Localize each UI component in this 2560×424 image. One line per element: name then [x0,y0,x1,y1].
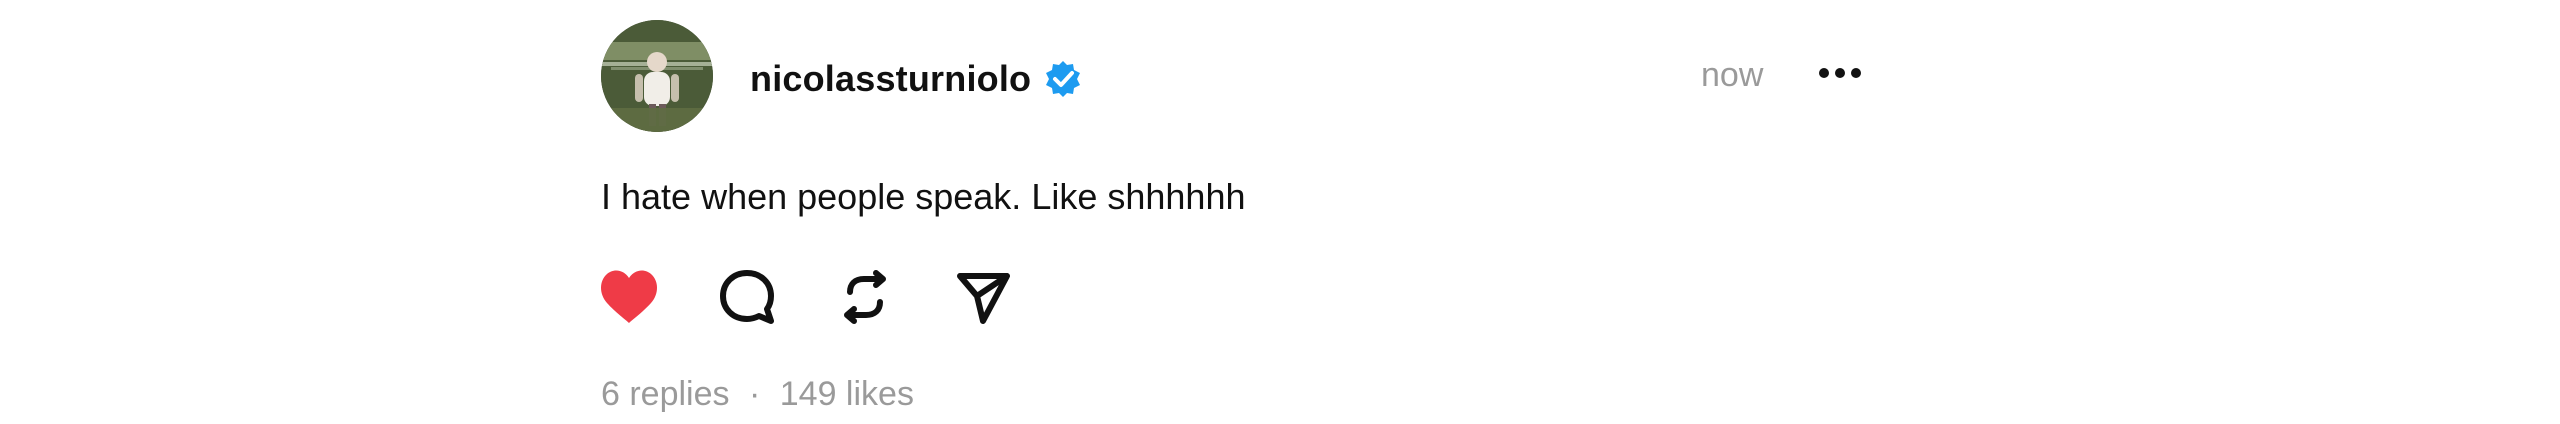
more-options-icon [1818,66,1862,84]
more-options-button[interactable] [1810,58,1870,92]
post-card: nicolassturniolo now I hate when people … [0,0,2560,424]
post-text: I hate when people speak. Like shhhhhh [601,176,1246,217]
post-stats: 6 replies · 149 likes [601,377,914,411]
username-link[interactable]: nicolassturniolo [750,61,1031,97]
like-button[interactable] [596,264,662,330]
comment-icon [720,270,774,324]
post-timestamp: now [1701,56,1764,94]
reply-button[interactable] [714,264,780,330]
avatar-photo [601,20,713,132]
repost-icon [844,270,886,324]
verified-badge-icon [1043,59,1083,99]
stats-separator: · [748,375,761,413]
heart-icon [601,270,657,323]
post-header: nicolassturniolo [750,52,1083,106]
avatar[interactable] [601,20,713,132]
replies-count[interactable]: 6 replies [601,375,730,413]
likes-count[interactable]: 149 likes [780,375,914,413]
share-button[interactable] [950,264,1016,330]
repost-button[interactable] [832,264,898,330]
post-actions [596,262,1016,332]
send-icon [957,273,1010,324]
